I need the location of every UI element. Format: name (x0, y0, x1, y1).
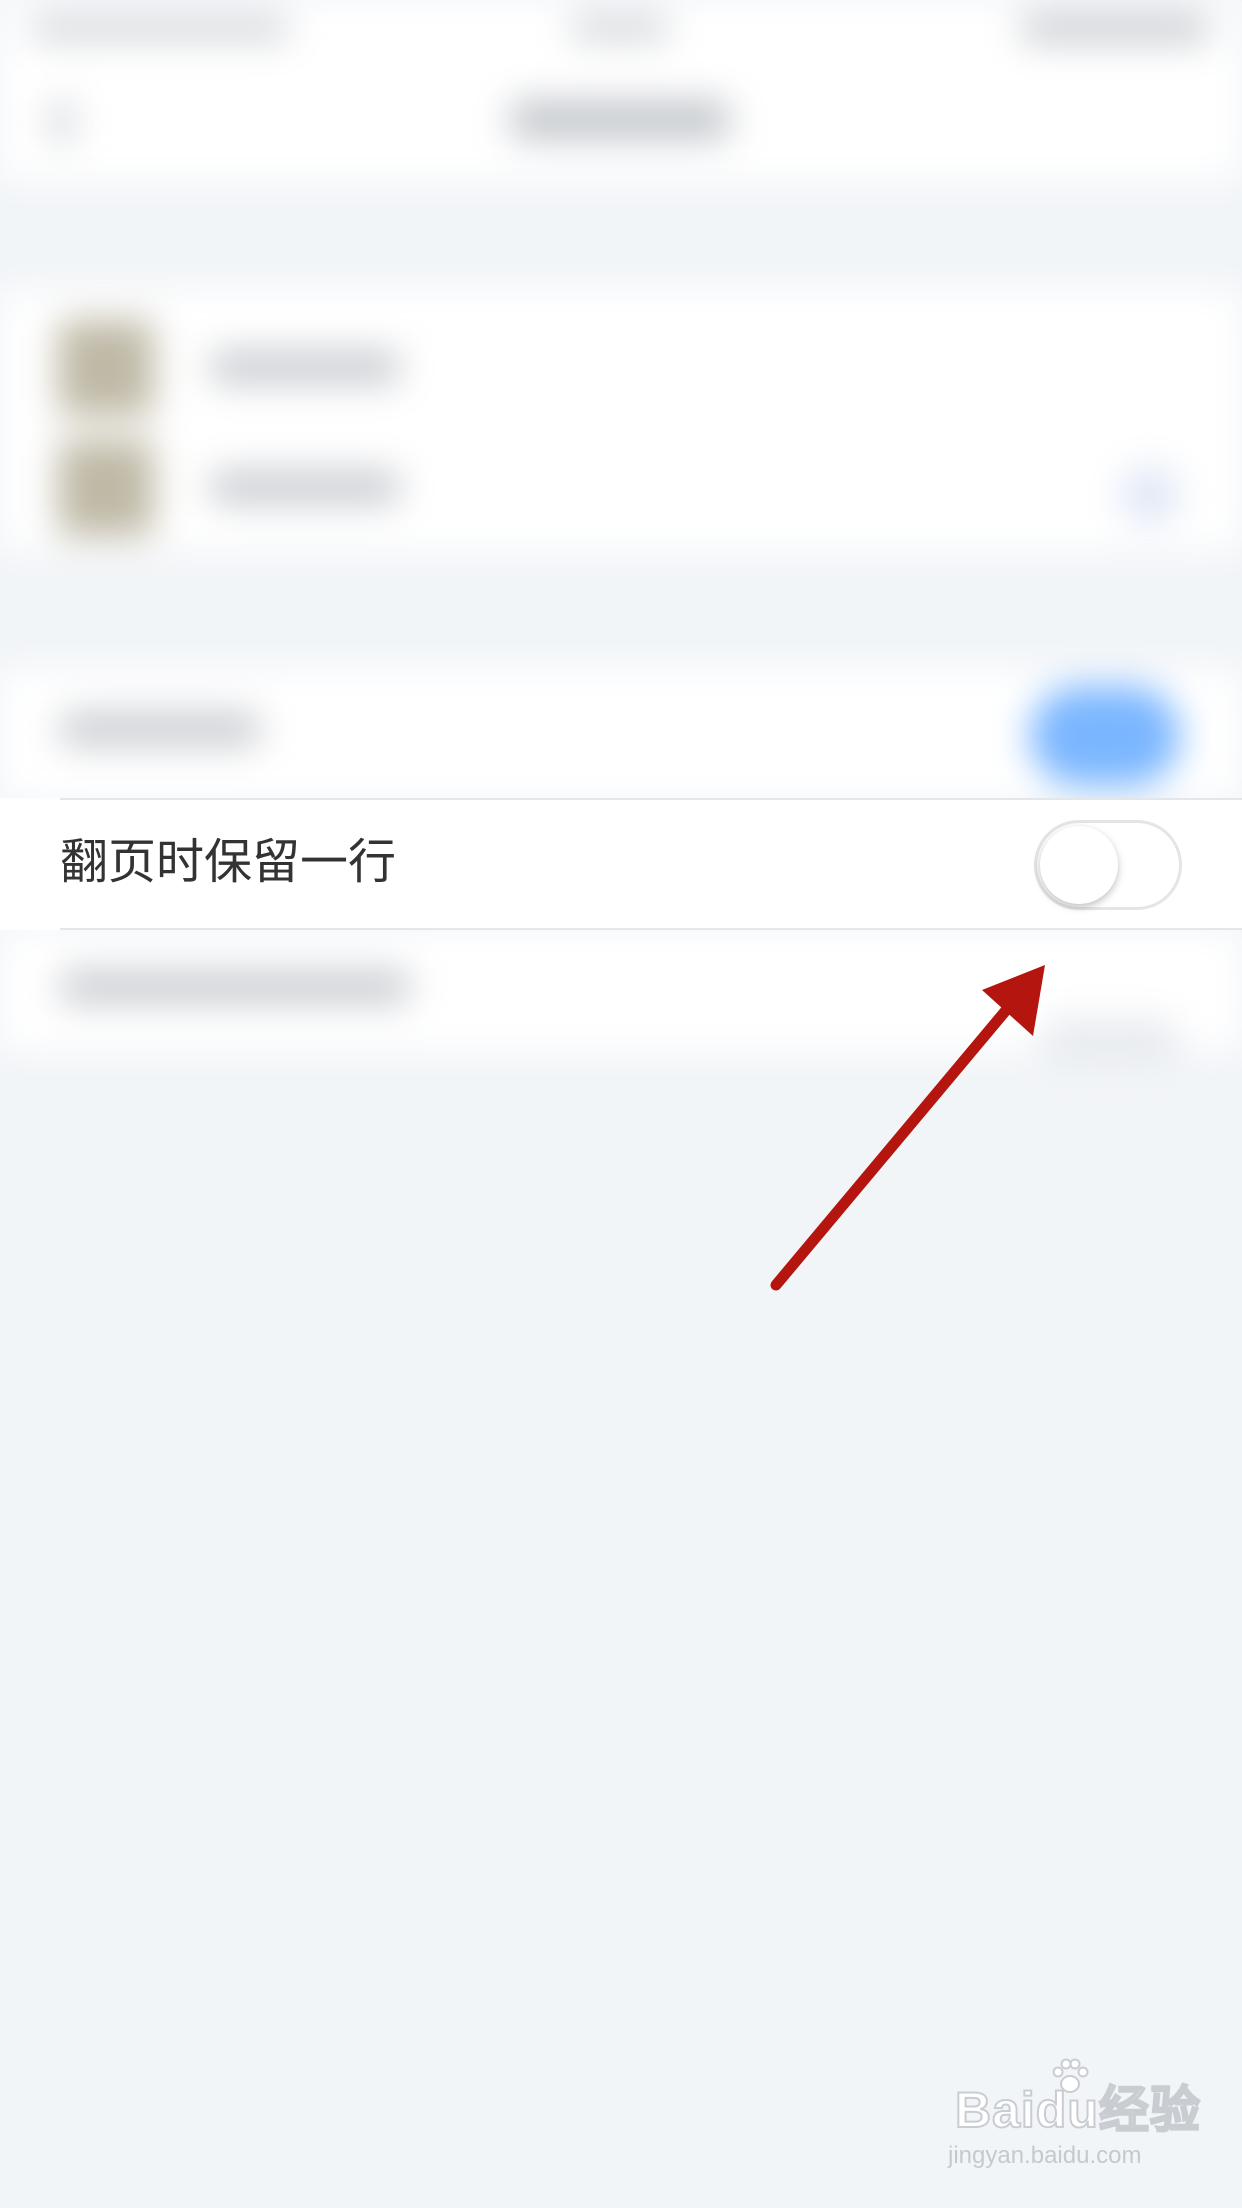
blurred-background (0, 0, 1242, 2208)
toggle-knob (1040, 826, 1118, 904)
paw-icon (1052, 2058, 1089, 2093)
blurred-control (1040, 1020, 1180, 1060)
page-title (510, 100, 730, 140)
thumbnail-icon (58, 440, 154, 536)
divider (60, 928, 1242, 930)
blurred-label (60, 970, 410, 1004)
status-bar-right (1020, 14, 1210, 42)
back-icon[interactable] (50, 100, 74, 144)
settings-row-blurred (0, 670, 1242, 800)
status-bar (0, 0, 1242, 60)
blurred-indicator (1120, 465, 1180, 525)
blurred-label (210, 350, 400, 384)
setting-label: 翻页时保留一行 (60, 834, 397, 890)
settings-group-blurred (0, 290, 1242, 550)
watermark-url: jingyan.baidu.com (948, 2142, 1142, 2169)
blurred-toggle (1030, 686, 1180, 786)
blurred-label (60, 712, 260, 746)
baidu-watermark: Baidu经验 jingyan.baidu.com (940, 2058, 1201, 2190)
divider (60, 798, 1242, 800)
blurred-label (210, 470, 400, 504)
status-bar-time (570, 16, 670, 40)
keep-one-line-toggle[interactable] (1034, 820, 1182, 910)
status-bar-left (30, 16, 290, 40)
setting-row-keep-one-line: 翻页时保留一行 (0, 798, 1242, 930)
thumbnail-icon (58, 320, 154, 416)
navigation-bar (0, 60, 1242, 180)
settings-row-blurred (0, 930, 1242, 1060)
